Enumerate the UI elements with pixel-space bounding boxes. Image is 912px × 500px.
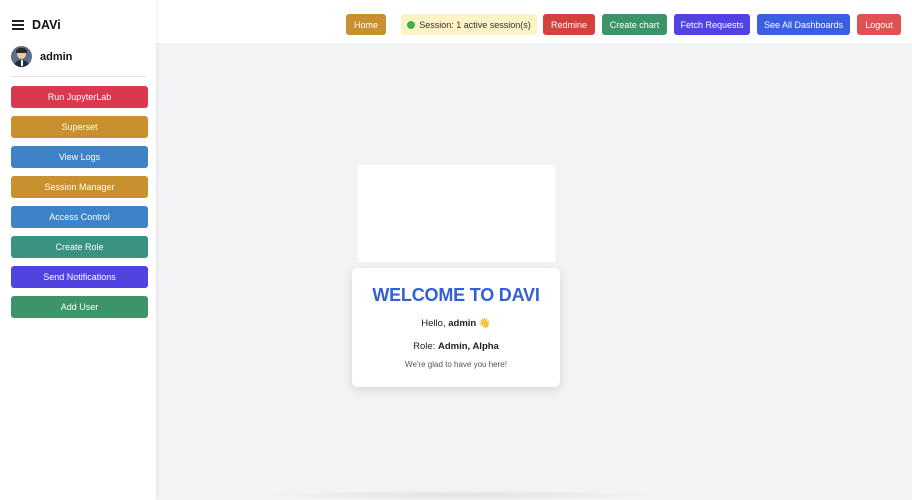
hello-line: Hello, admin 👋	[352, 318, 560, 329]
hello-prefix: Hello,	[421, 318, 449, 329]
logout-button[interactable]: Logout	[857, 14, 901, 35]
send-notifications-button[interactable]: Send Notifications	[11, 266, 148, 288]
avatar	[11, 46, 32, 67]
add-user-button[interactable]: Add User	[11, 296, 148, 318]
user-profile: admin	[11, 46, 72, 67]
create-chart-button[interactable]: Create chart	[602, 14, 667, 35]
username: admin	[40, 50, 73, 63]
session-status-text: Session: 1 active session(s)	[419, 19, 531, 30]
superset-button[interactable]: Superset	[11, 116, 148, 138]
create-role-button[interactable]: Create Role	[11, 236, 148, 258]
top-bar: Home Session: 1 active session(s) Redmin…	[156, 0, 912, 43]
redmine-button[interactable]: Redmine	[543, 14, 595, 35]
status-dot-icon	[407, 20, 416, 29]
wave-icon: 👋	[478, 318, 491, 329]
brand-title: DAVi	[32, 18, 61, 32]
menu-icon[interactable]	[12, 20, 24, 30]
welcome-title: WELCOME TO DAVI	[372, 285, 540, 305]
brand-row: DAVi	[12, 16, 61, 34]
session-status-badge: Session: 1 active session(s)	[401, 14, 537, 35]
sidebar: DAVi admin Run JupyterLab Superset View …	[0, 0, 156, 500]
see-all-dashboards-button[interactable]: See All Dashboards	[757, 14, 850, 35]
glad-message: We're glad to have you here!	[405, 360, 507, 369]
session-manager-button[interactable]: Session Manager	[11, 176, 148, 198]
home-button[interactable]: Home	[346, 14, 386, 35]
access-control-button[interactable]: Access Control	[11, 206, 148, 228]
role-line: Role: Admin, Alpha	[352, 341, 560, 352]
role-prefix: Role:	[413, 341, 438, 352]
divider	[10, 76, 147, 77]
bottom-shadow	[260, 490, 660, 500]
fetch-requests-button[interactable]: Fetch Requests	[674, 14, 750, 35]
welcome-image-placeholder	[358, 165, 555, 262]
run-jupyterlab-button[interactable]: Run JupyterLab	[11, 86, 148, 108]
welcome-card: WELCOME TO DAVI Hello, admin 👋 Role: Adm…	[352, 268, 560, 387]
view-logs-button[interactable]: View Logs	[11, 146, 148, 168]
hello-username: admin	[448, 318, 477, 329]
role-value: Admin, Alpha	[437, 341, 499, 352]
